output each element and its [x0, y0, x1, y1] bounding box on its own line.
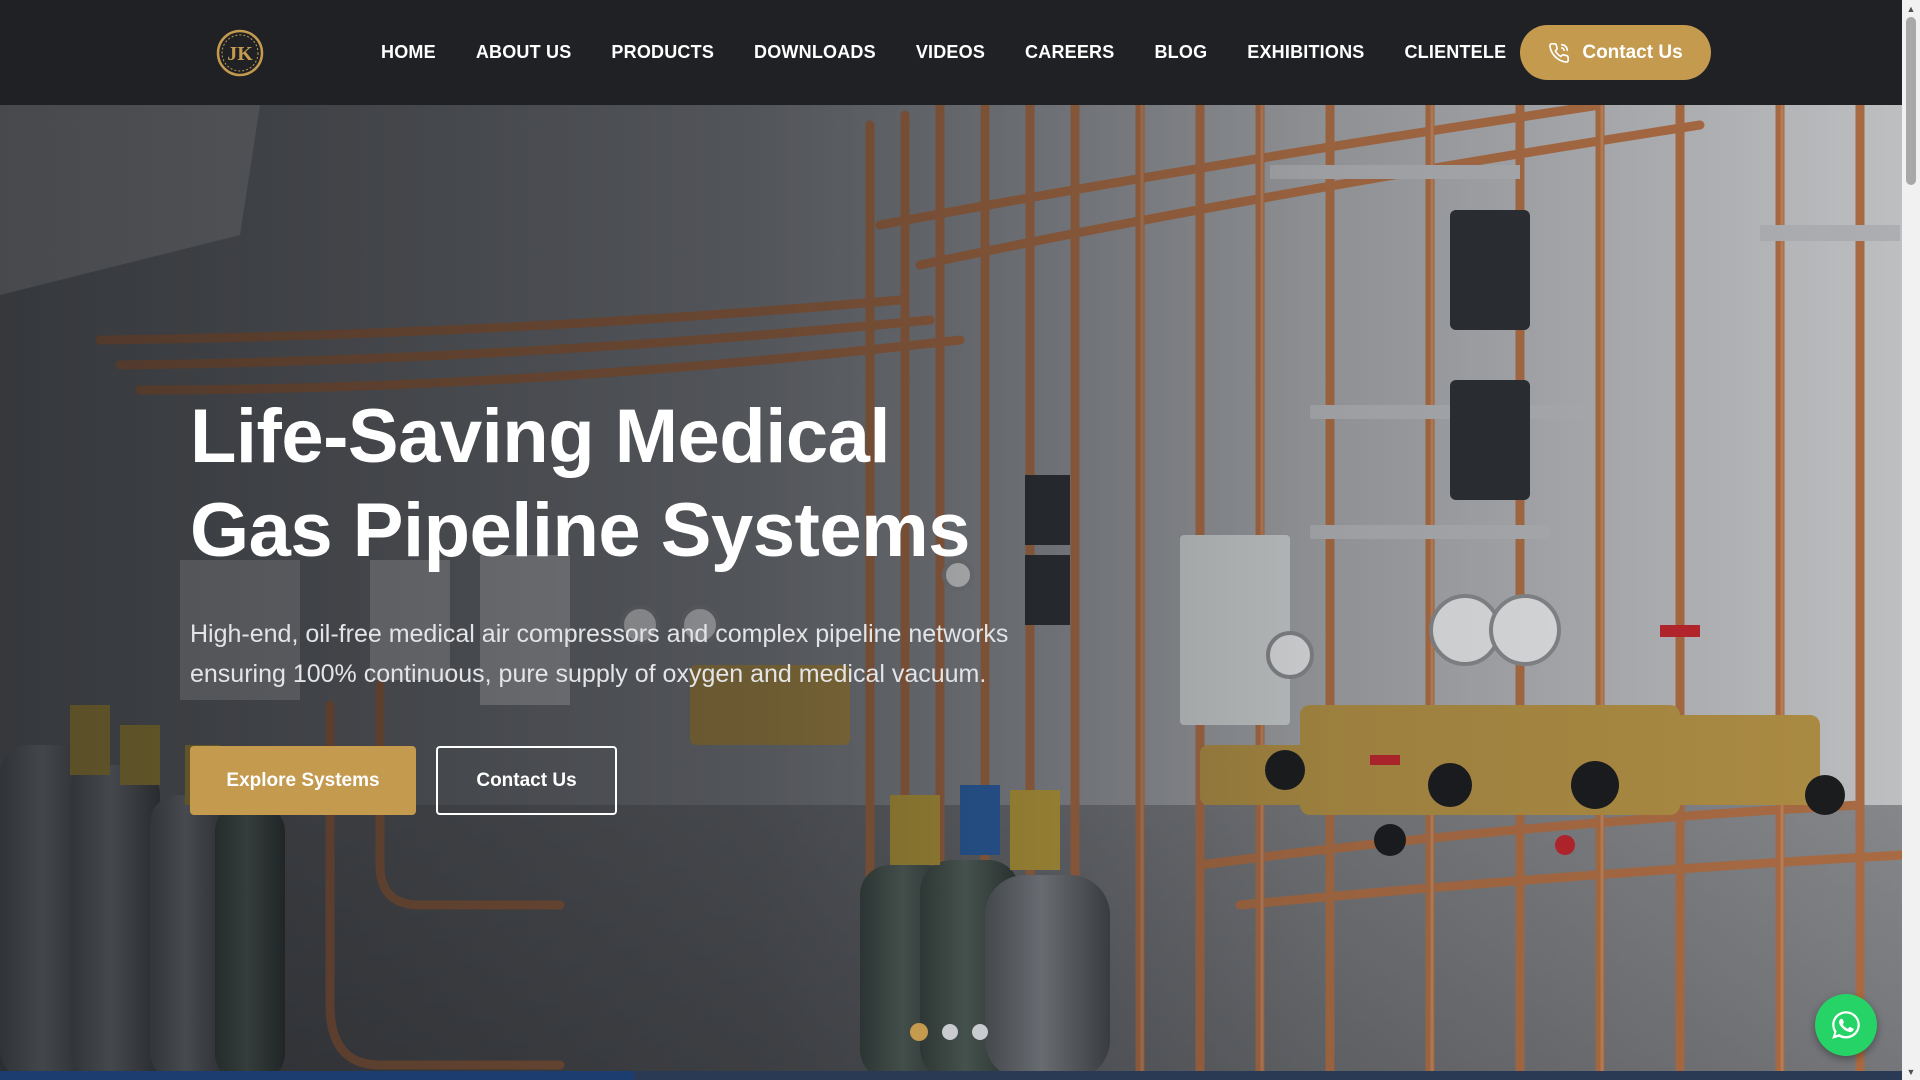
slider-dots	[910, 1023, 988, 1041]
nav-downloads[interactable]: DOWNLOADS	[754, 42, 876, 63]
jk-logo-icon[interactable]: JK	[215, 28, 265, 78]
scroll-down-arrow-icon[interactable]: ▼	[1902, 1063, 1920, 1080]
explore-systems-button[interactable]: Explore Systems	[190, 746, 416, 815]
hero-subtitle: High-end, oil-free medical air compresso…	[190, 620, 1009, 688]
site-header: JK HOME ABOUT US PRODUCTS DOWNLOADS VIDE…	[0, 0, 1902, 105]
nav-home[interactable]: HOME	[381, 42, 436, 63]
hero-slider: Life-Saving Medical Gas Pipeline Systems…	[0, 105, 1902, 1080]
slider-progress-fill	[0, 1071, 634, 1080]
hero-title-line-1: Life-Saving Medical	[190, 394, 891, 479]
page-scrollbar[interactable]: ▲ ▼	[1902, 0, 1920, 1080]
whatsapp-icon	[1832, 1011, 1860, 1039]
scroll-up-arrow-icon[interactable]: ▲	[1902, 0, 1920, 17]
header-contact-label: Contact Us	[1582, 41, 1683, 63]
slider-dot-2[interactable]	[942, 1024, 958, 1040]
hero-buttons: Explore Systems Contact Us	[190, 746, 1090, 815]
nav-clientele[interactable]: CLIENTELE	[1404, 42, 1506, 63]
hero-content: Life-Saving Medical Gas Pipeline Systems…	[190, 390, 1090, 815]
main-nav: HOME ABOUT US PRODUCTS DOWNLOADS VIDEOS …	[381, 0, 1506, 105]
hero-title: Life-Saving Medical Gas Pipeline Systems	[190, 390, 1090, 578]
nav-exhibitions[interactable]: EXHIBITIONS	[1247, 42, 1364, 63]
scroll-thumb[interactable]	[1906, 17, 1916, 185]
nav-videos[interactable]: VIDEOS	[916, 42, 985, 63]
header-contact-button[interactable]: Contact Us	[1520, 25, 1711, 80]
nav-blog[interactable]: BLOG	[1154, 42, 1207, 63]
slider-progress-bar	[0, 1071, 1902, 1080]
nav-products[interactable]: PRODUCTS	[611, 42, 714, 63]
hero-title-line-2: Gas Pipeline Systems	[190, 488, 970, 573]
nav-careers[interactable]: CAREERS	[1025, 42, 1114, 63]
nav-about-us[interactable]: ABOUT US	[476, 42, 572, 63]
slider-dot-3[interactable]	[972, 1024, 988, 1040]
whatsapp-button[interactable]	[1815, 994, 1877, 1056]
logo-text: JK	[227, 43, 253, 65]
slider-dot-1[interactable]	[910, 1023, 928, 1041]
hero-contact-button[interactable]: Contact Us	[436, 746, 617, 815]
phone-icon	[1549, 42, 1570, 63]
